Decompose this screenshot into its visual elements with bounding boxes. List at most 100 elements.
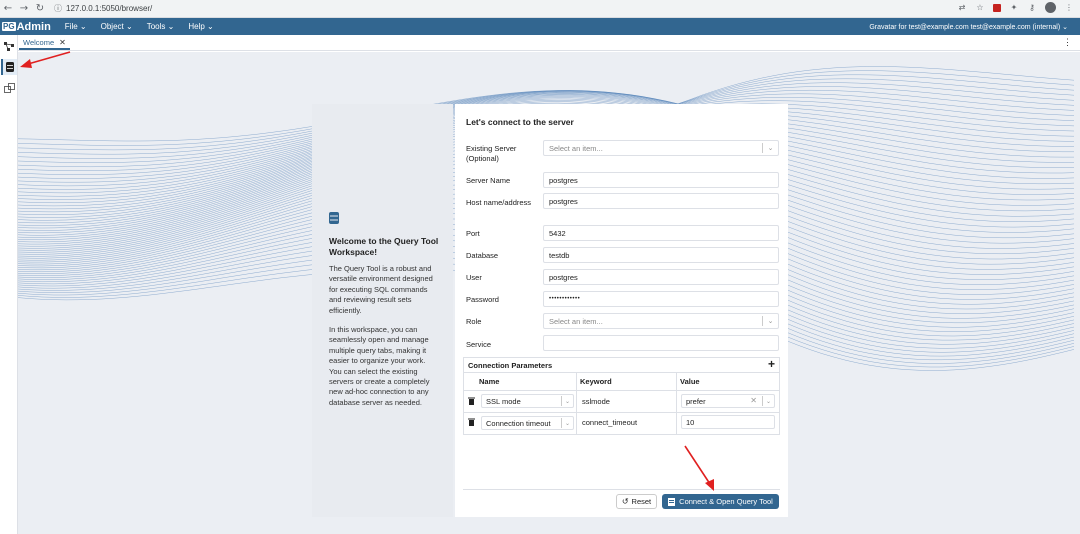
column-divider <box>676 373 677 434</box>
chevron-down-icon[interactable]: ⌄ <box>762 316 778 326</box>
translate-icon[interactable]: ⇄ <box>957 3 967 13</box>
menu-file[interactable]: File ⌄ <box>65 22 87 31</box>
pgadmin-logo[interactable]: PG Admin <box>2 21 51 33</box>
param-keyword: sslmode <box>582 397 610 406</box>
menu-object-label: Object <box>100 22 124 31</box>
server-name-input[interactable]: postgres <box>543 172 779 188</box>
menu-object[interactable]: Object ⌄ <box>101 22 133 31</box>
chevron-down-icon[interactable]: ⌄ <box>561 396 573 406</box>
bookmark-star-icon[interactable]: ☆ <box>975 3 985 13</box>
schema-diff-button[interactable] <box>1 80 17 96</box>
service-input[interactable] <box>543 335 779 351</box>
password-label: Password <box>466 295 499 304</box>
connect-open-query-tool-button[interactable]: Connect & Open Query Tool <box>662 494 779 509</box>
param-value-input[interactable]: 10 <box>681 415 775 429</box>
host-input[interactable]: postgres <box>543 193 779 209</box>
existing-server-placeholder: Select an item... <box>549 143 603 153</box>
header-divider <box>464 390 779 391</box>
reset-icon: ↺ <box>621 497 629 506</box>
menu-help[interactable]: Help ⌄ <box>188 22 213 31</box>
object-explorer-button[interactable] <box>1 38 17 54</box>
connection-parameters-table: Connection Parameters + Name Keyword Val… <box>463 357 780 435</box>
close-icon[interactable]: ✕ <box>59 38 66 47</box>
row-divider <box>464 412 779 413</box>
menu-tools-label: Tools <box>146 22 166 31</box>
back-icon[interactable]: ← <box>0 3 16 14</box>
existing-server-label: Existing Server (Optional) <box>466 144 517 163</box>
role-label: Role <box>466 317 482 326</box>
port-label: Port <box>466 229 480 238</box>
connection-parameters-title: Connection Parameters <box>468 361 553 370</box>
database-label: Database <box>466 251 499 260</box>
tab-bar: Welcome ✕ ⋮ <box>18 35 1080 51</box>
browser-menu-icon[interactable]: ⋮ <box>1064 3 1074 13</box>
connection-parameters-header: Connection Parameters + <box>464 357 779 373</box>
database-icon <box>6 62 14 72</box>
url-text: 127.0.0.1:5050/browser/ <box>66 4 153 13</box>
menu-file-label: File <box>64 22 78 31</box>
param-name-select[interactable]: SSL mode ⌄ <box>481 394 574 408</box>
app-navbar: PG Admin File ⌄ Object ⌄ Tools ⌄ Help ⌄ … <box>0 18 1080 35</box>
footer-divider <box>463 489 780 490</box>
reload-icon[interactable]: ↻ <box>32 3 48 14</box>
clear-icon[interactable]: ✕ <box>750 396 757 405</box>
connect-form-panel <box>455 104 788 517</box>
service-label: Service <box>466 340 492 349</box>
profile-avatar-icon[interactable] <box>1045 2 1056 13</box>
param-keyword: connect_timeout <box>582 418 638 427</box>
column-value-header: Value <box>680 377 700 386</box>
connect-label: Connect & Open Query Tool <box>679 497 773 506</box>
welcome-workspace-description: In this workspace, you can seamlessly op… <box>329 325 430 407</box>
address-bar[interactable]: ⓘ 127.0.0.1:5050/browser/ <box>54 2 954 16</box>
chevron-down-icon[interactable]: ⌄ <box>561 418 573 428</box>
menu-tools[interactable]: Tools ⌄ <box>147 22 175 31</box>
column-keyword-header: Keyword <box>580 377 612 386</box>
object-explorer-icon <box>3 41 14 51</box>
param-value-select[interactable]: prefer ✕ ⌄ <box>681 394 775 408</box>
form-title: Let's connect to the server <box>466 117 574 127</box>
trash-icon[interactable] <box>468 397 475 405</box>
windows-icon <box>3 83 15 93</box>
trash-icon[interactable] <box>468 418 475 426</box>
browser-toolbar: ← → ↻ ⓘ 127.0.0.1:5050/browser/ ⇄ ☆ ✦ ⚷ … <box>0 0 1080 18</box>
chevron-down-icon[interactable]: ⌄ <box>762 396 774 406</box>
host-label: Host name/address <box>466 198 532 207</box>
query-tool-workspace-button[interactable] <box>1 59 17 75</box>
existing-server-select[interactable]: Select an item... ⌄ <box>543 140 779 156</box>
chevron-down-icon[interactable]: ⌄ <box>762 143 778 153</box>
logo-pg: PG <box>2 22 16 31</box>
key-icon[interactable]: ⚷ <box>1027 3 1037 13</box>
more-options-icon[interactable]: ⋮ <box>1063 37 1072 48</box>
param-name-select[interactable]: Connection timeout ⌄ <box>481 416 574 430</box>
user-label: Gravatar for test@example.com test@examp… <box>869 23 1061 31</box>
forward-icon[interactable]: → <box>16 3 32 14</box>
database-icon <box>329 212 339 224</box>
site-info-icon[interactable]: ⓘ <box>54 3 62 14</box>
add-row-icon[interactable]: + <box>768 357 775 371</box>
param-value-text: prefer <box>686 396 706 406</box>
server-name-label: Server Name <box>466 176 511 185</box>
role-placeholder: Select an item... <box>549 316 603 326</box>
tab-welcome-label: Welcome <box>23 37 55 47</box>
reset-label: Reset <box>631 497 652 506</box>
port-input[interactable]: 5432 <box>543 225 779 241</box>
tab-welcome[interactable]: Welcome ✕ <box>19 36 70 50</box>
extension-icon[interactable] <box>993 3 1001 12</box>
user-label: User <box>466 273 482 282</box>
tool-sidebar <box>0 35 18 534</box>
param-name-value: Connection timeout <box>486 418 551 428</box>
password-input[interactable]: •••••••••••• <box>543 291 779 307</box>
user-input[interactable]: postgres <box>543 269 779 285</box>
column-name-header: Name <box>479 377 500 386</box>
welcome-title: Welcome to the Query Tool Workspace! <box>329 236 439 257</box>
logo-text: Admin <box>16 20 51 33</box>
welcome-description: The Query Tool is a robust and versatile… <box>329 264 433 315</box>
query-tool-icon <box>668 497 676 506</box>
extensions-puzzle-icon[interactable]: ✦ <box>1009 3 1019 13</box>
role-select[interactable]: Select an item... ⌄ <box>543 313 779 329</box>
database-input[interactable]: testdb <box>543 247 779 263</box>
user-menu[interactable]: Gravatar for test@example.com test@examp… <box>869 23 1068 31</box>
menu-help-label: Help <box>188 22 205 31</box>
reset-button[interactable]: ↺ Reset <box>616 494 657 509</box>
param-name-value: SSL mode <box>486 396 521 406</box>
